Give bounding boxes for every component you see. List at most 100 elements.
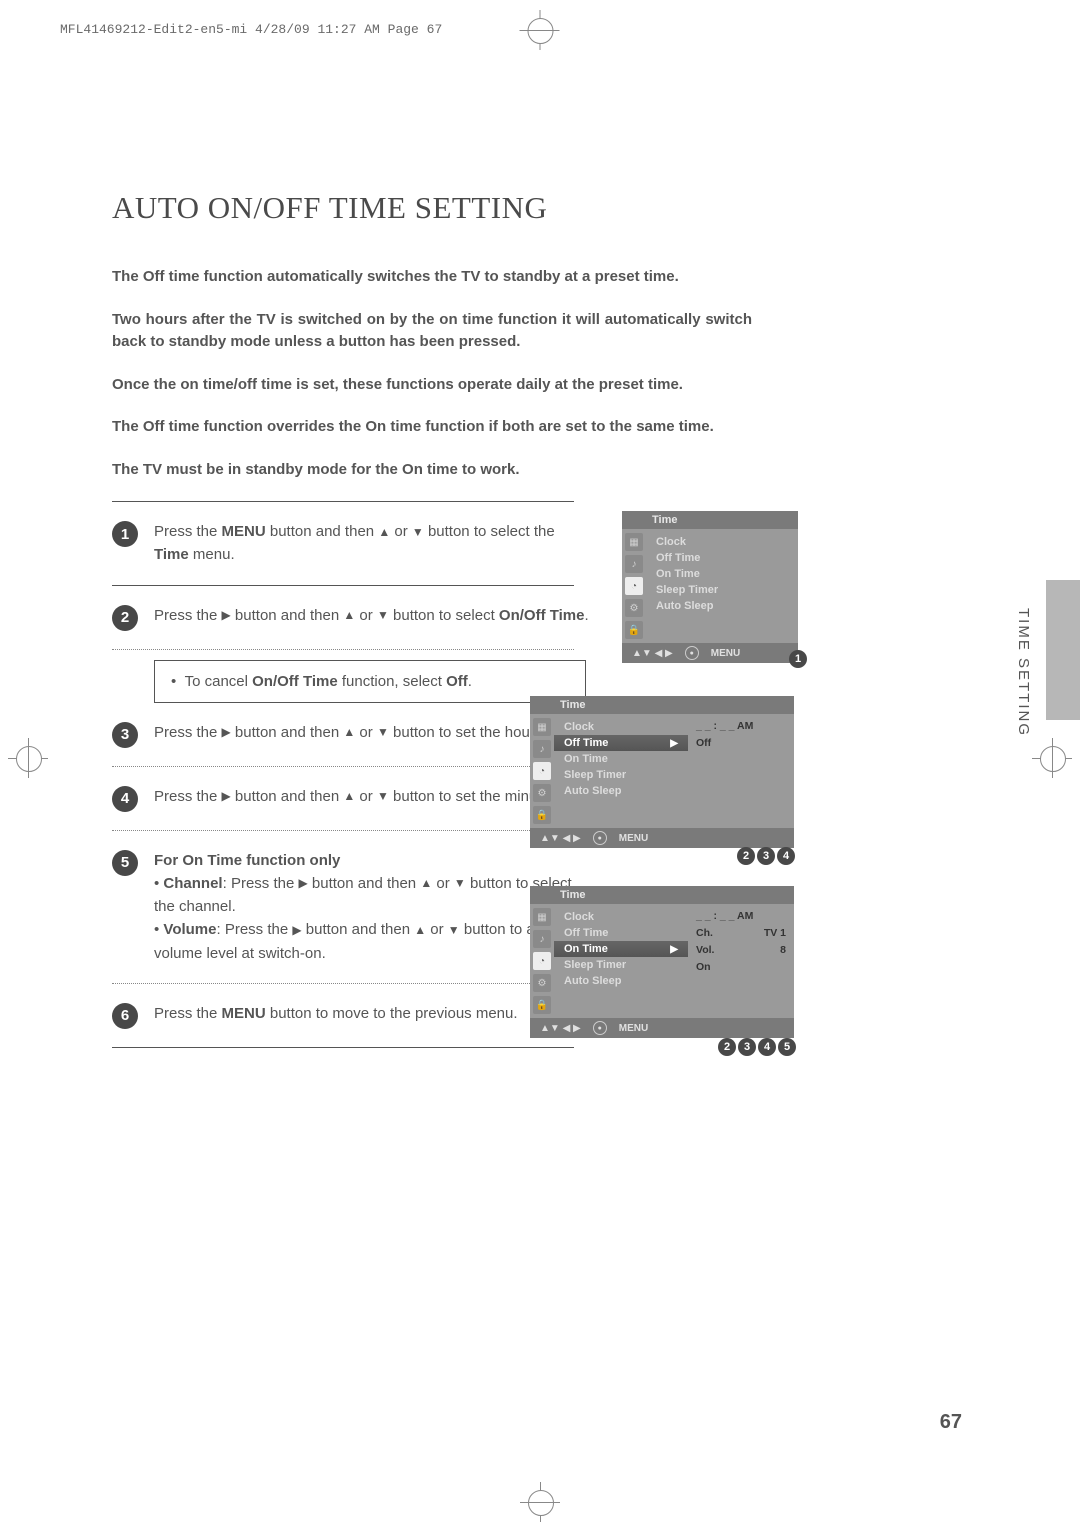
detail-ch: Ch.TV 1 [696, 927, 786, 939]
step-6: 6 Press the MENU button to move to the p… [112, 1002, 590, 1029]
dotted-divider [112, 649, 574, 650]
txt: . [468, 673, 472, 690]
txt: or [390, 523, 412, 540]
sound-icon: ♪ [533, 740, 551, 758]
divider [112, 501, 574, 502]
down-arrow-icon: ▼ [377, 723, 389, 742]
menu-item: Off Time [646, 550, 798, 566]
step-num-1: 1 [112, 521, 138, 547]
detail-vol: Vol.8 [696, 944, 786, 956]
osd-panel-2: Time ▦ ♪ ◔ ⚙ 🔒 Clock Off Time ▶ On Time S… [530, 696, 794, 848]
txt: Press the [154, 788, 222, 805]
txt: : Press the [223, 875, 299, 892]
step-text-1: Press the MENU button and then ▲ or ▼ bu… [154, 520, 590, 567]
txt: Press the [154, 724, 222, 741]
sound-icon: ♪ [625, 555, 643, 573]
menu-item-selected: Off Time ▶ [554, 735, 688, 751]
step-num-6: 6 [112, 1003, 138, 1029]
osd-nav-bar: ▲▼ ◀ ▶ ● MENU [530, 1018, 794, 1038]
ref-circle: 2 [737, 847, 755, 865]
down-arrow-icon: ▼ [377, 606, 389, 625]
osd-icon-column: ▦ ♪ ◔ ⚙ 🔒 [530, 714, 554, 828]
onoff-kw: On/Off Time [499, 607, 585, 624]
up-arrow-icon: ▲ [414, 921, 426, 940]
menu-item: Auto Sleep [554, 783, 688, 799]
val: TV 1 [764, 927, 786, 939]
txt: button to set the hour. [389, 724, 538, 741]
right-arrow-icon: ▶ [298, 874, 307, 893]
txt: menu. [189, 546, 235, 563]
divider [112, 585, 574, 586]
crop-mark-top [540, 14, 541, 50]
menu-item: Sleep Timer [554, 767, 688, 783]
menu-item: Clock [554, 719, 688, 735]
off-kw: Off [446, 673, 468, 690]
txt: button and then [302, 921, 415, 938]
osd-title: Time [530, 886, 794, 904]
menu-item: On Time [646, 566, 798, 582]
nav-arrows-icon: ▲▼ ◀ ▶ [540, 1023, 581, 1034]
page-number: 67 [940, 1411, 962, 1434]
txt: or [355, 607, 377, 624]
ref-2: 2 3 4 [737, 847, 795, 865]
down-arrow-icon: ▼ [454, 874, 466, 893]
osd-detail-column: _ _ : _ _ AM Off [688, 714, 794, 828]
option-icon: ⚙ [533, 974, 551, 992]
txt: Press the [154, 1005, 222, 1022]
ontime-only-kw: For On Time function only [154, 852, 340, 869]
menu-item: On Time [554, 751, 688, 767]
detail-status: On [696, 961, 786, 973]
txt: or [355, 724, 377, 741]
intro-p5: The TV must be in standby mode for the O… [112, 459, 752, 482]
ref-circle: 4 [758, 1038, 776, 1056]
time-icon: ◔ [625, 577, 643, 595]
up-arrow-icon: ▲ [343, 606, 355, 625]
picture-icon: ▦ [533, 908, 551, 926]
volume-kw: Volume [163, 921, 216, 938]
step-1: 1 Press the MENU button and then ▲ or ▼ … [112, 520, 590, 567]
detail-time: _ _ : _ _ AM [696, 720, 786, 732]
txt: To cancel [185, 673, 253, 690]
ref-3: 2 3 4 5 [718, 1038, 796, 1056]
osd-detail-column: _ _ : _ _ AM Ch.TV 1 Vol.8 On [688, 904, 794, 1018]
enter-icon: ● [593, 831, 607, 845]
onoff-kw: On/Off Time [252, 673, 338, 690]
lock-icon: 🔒 [533, 806, 551, 824]
intro-block: The Off time function automatically swit… [112, 266, 892, 481]
txt: or [426, 921, 448, 938]
txt: button and then [231, 724, 344, 741]
time-kw: Time [154, 546, 189, 563]
txt: Off Time [564, 737, 608, 749]
right-arrow-icon: ▶ [670, 738, 678, 749]
ref-circle: 5 [778, 1038, 796, 1056]
nav-menu-label: MENU [619, 833, 648, 844]
step-3: 3 Press the ▶ button and then ▲ or ▼ but… [112, 721, 590, 748]
up-arrow-icon: ▲ [420, 874, 432, 893]
nav-arrows-icon: ▲▼ ◀ ▶ [540, 833, 581, 844]
step-text-6: Press the MENU button to move to the pre… [154, 1002, 590, 1025]
menu-item: Clock [554, 909, 688, 925]
dotted-divider [112, 830, 574, 831]
txt: On Time [564, 943, 608, 955]
print-header: MFL41469212-Edit2-en5-mi 4/28/09 11:27 A… [60, 22, 442, 37]
step-text-4: Press the ▶ button and then ▲ or ▼ butto… [154, 785, 590, 808]
val: 8 [780, 944, 786, 956]
lock-icon: 🔒 [533, 996, 551, 1014]
txt: button and then [308, 875, 421, 892]
page-title: AUTO ON/OFF TIME SETTING [112, 190, 892, 226]
menu-item: Auto Sleep [554, 973, 688, 989]
ref-circle: 3 [738, 1038, 756, 1056]
intro-p3: Once the on time/off time is set, these … [112, 374, 752, 397]
right-arrow-icon: ▶ [222, 787, 231, 806]
intro-p1: The Off time function automatically swit… [112, 266, 752, 289]
down-arrow-icon: ▼ [448, 921, 460, 940]
sound-icon: ♪ [533, 930, 551, 948]
osd-title: Time [530, 696, 794, 714]
osd-panel-1: Time ▦ ♪ ◔ ⚙ 🔒 Clock Off Time On Time Sl… [622, 511, 798, 663]
time-icon: ◔ [533, 952, 551, 970]
txt: button and then [231, 788, 344, 805]
channel-kw: Channel [163, 875, 222, 892]
txt: button to select the [424, 523, 555, 540]
enter-icon: ● [593, 1021, 607, 1035]
right-arrow-icon: ▶ [222, 723, 231, 742]
